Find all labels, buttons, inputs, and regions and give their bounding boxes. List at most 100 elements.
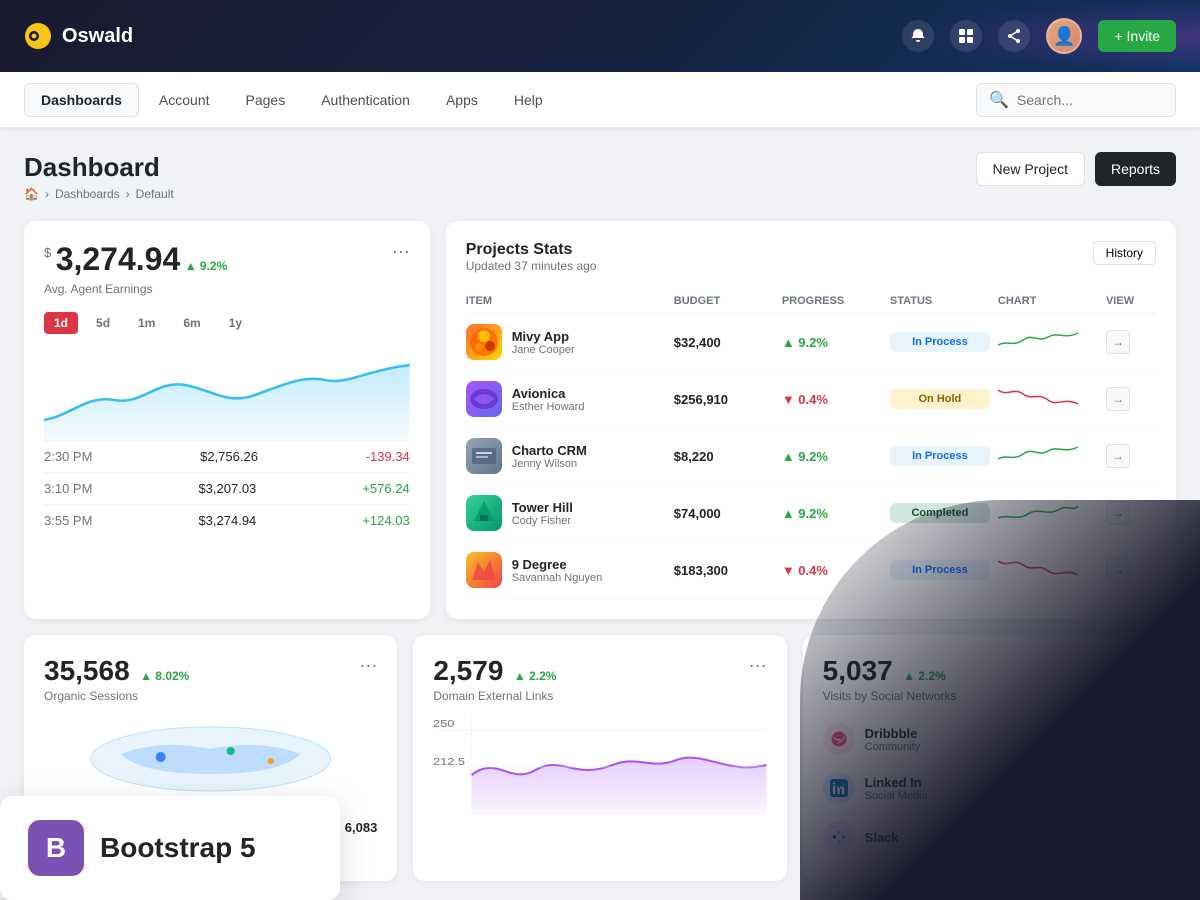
social-value: 5,037 (823, 655, 893, 686)
progress-9degree: ▼ 0.4% (782, 563, 882, 578)
project-thumb-mivy (466, 324, 502, 360)
search-input[interactable] (1017, 92, 1163, 108)
change-1: -139.34 (366, 449, 410, 464)
view-mivy-button[interactable]: → (1106, 330, 1130, 354)
project-info: Mivy App Jane Cooper (466, 324, 666, 360)
filter-6m[interactable]: 6m (173, 312, 210, 334)
val-2: $3,207.03 (198, 481, 256, 496)
bootstrap-icon: B (28, 820, 84, 876)
grid-icon[interactable] (950, 20, 982, 52)
links-label: Domain External Links (433, 689, 766, 703)
logo-area: Oswald (24, 22, 133, 50)
svg-text:212.5: 212.5 (433, 757, 465, 767)
chart-avionica (998, 382, 1098, 417)
time-2: 3:10 PM (44, 481, 92, 496)
slack-icon (823, 821, 855, 853)
col-progress: PROGRESS (782, 295, 882, 307)
status-avionica: On Hold (890, 389, 990, 409)
time-filters: 1d 5d 1m 6m 1y (44, 312, 410, 334)
nav-item-authentication[interactable]: Authentication (305, 84, 426, 116)
project-thumb-avionica (466, 381, 502, 417)
linkedin-count: 1,088 (1117, 774, 1156, 790)
dribbble-count: 579 (1117, 725, 1156, 741)
budget-tower: $74,000 (674, 506, 774, 521)
sessions-label: Organic Sessions (44, 689, 377, 703)
table-header: ITEM BUDGET PROGRESS STATUS CHART VIEW (466, 289, 1156, 314)
earnings-amount: 3,274.94 (56, 241, 181, 277)
col-status: STATUS (890, 295, 990, 307)
slack-change: ▲ 0.2% (1117, 839, 1156, 851)
reports-button[interactable]: Reports (1095, 152, 1176, 186)
share-icon[interactable] (998, 20, 1030, 52)
map-placeholder (44, 719, 377, 804)
projects-card: Projects Stats Updated 37 minutes ago Hi… (446, 221, 1176, 619)
project-info: Tower Hill Cody Fisher (466, 495, 666, 531)
filter-1m[interactable]: 1m (128, 312, 165, 334)
stat-row-2: 3:10 PM $3,207.03 +576.24 (44, 472, 410, 504)
bootstrap-overlay-card: B Bootstrap 5 (0, 796, 340, 900)
time-3: 3:55 PM (44, 513, 92, 528)
social-item-dribbble: Dribbble Community 579 ▲ 2.6% (823, 715, 1156, 764)
budget-avionica: $256,910 (674, 392, 774, 407)
title-area: Dashboard 🏠 › Dashboards › Default (24, 152, 174, 201)
logo-text: Oswald (62, 25, 133, 48)
slack-name: Slack (865, 830, 899, 845)
nav-item-dashboards[interactable]: Dashboards (24, 83, 139, 117)
filter-5d[interactable]: 5d (86, 312, 120, 334)
dribbble-change: ▲ 2.6% (1117, 741, 1156, 753)
sessions-more-button[interactable]: ··· (359, 655, 377, 676)
view-charto-button[interactable]: → (1106, 444, 1130, 468)
status-charto: In Process (890, 446, 990, 466)
filter-1y[interactable]: 1y (219, 312, 252, 334)
nav-item-pages[interactable]: Pages (230, 84, 302, 116)
topbar: Oswald 👤 + Invite (0, 0, 1200, 72)
table-row: 9 Degree Savannah Nguyen $183,300 ▼ 0.4%… (466, 542, 1156, 599)
new-project-button[interactable]: New Project (976, 152, 1085, 186)
linkedin-change: ▼ 0.4% (1117, 790, 1156, 802)
view-avionica-button[interactable]: → (1106, 387, 1130, 411)
filter-1d[interactable]: 1d (44, 312, 78, 334)
invite-button[interactable]: + Invite (1098, 20, 1176, 52)
bootstrap-text: Bootstrap 5 (100, 832, 256, 864)
currency-symbol: $ (44, 245, 51, 260)
earnings-more-button[interactable]: ··· (392, 241, 410, 262)
table-row: Mivy App Jane Cooper $32,400 ▲ 9.2% In P… (466, 314, 1156, 371)
slack-count: 794 (1117, 823, 1156, 839)
status-mivy: In Process (890, 332, 990, 352)
avatar[interactable]: 👤 (1046, 18, 1082, 54)
page-actions: New Project Reports (976, 152, 1177, 186)
breadcrumb-default: Default (136, 187, 174, 201)
nav-item-apps[interactable]: Apps (430, 84, 494, 116)
project-name-charto: Charto CRM (512, 443, 587, 458)
table-row: Tower Hill Cody Fisher $74,000 ▲ 9.2% Co… (466, 485, 1156, 542)
links-more-button[interactable]: ··· (749, 655, 767, 676)
social-item-linkedin: Linked In Social Media 1,088 ▼ 0.4% (823, 764, 1156, 813)
linkedin-type: Social Media (865, 790, 928, 802)
progress-mivy: ▲ 9.2% (782, 335, 882, 350)
col-item: ITEM (466, 295, 666, 307)
earnings-chart (44, 350, 410, 440)
projects-subtitle: Updated 37 minutes ago (466, 259, 597, 273)
view-9degree-button[interactable]: → (1106, 558, 1130, 582)
earnings-label: Avg. Agent Earnings (44, 282, 410, 296)
progress-tower: ▲ 9.2% (782, 506, 882, 521)
social-items: Dribbble Community 579 ▲ 2.6% (823, 715, 1156, 861)
project-owner-mivy: Jane Cooper (512, 344, 575, 356)
breadcrumb-dashboards[interactable]: Dashboards (55, 187, 120, 201)
status-9degree: In Process (890, 560, 990, 580)
stat-row-1: 2:30 PM $2,756.26 -139.34 (44, 440, 410, 472)
navbar: Dashboards Account Pages Authentication … (0, 72, 1200, 128)
notifications-icon[interactable] (902, 20, 934, 52)
view-tower-button[interactable]: → (1106, 501, 1130, 525)
project-owner-avionica: Esther Howard (512, 401, 585, 413)
change-2: +576.24 (362, 481, 409, 496)
project-thumb-charto (466, 438, 502, 474)
sessions-value: 35,568 (44, 655, 130, 686)
nav-item-account[interactable]: Account (143, 84, 226, 116)
svg-text:250: 250 (433, 719, 454, 729)
time-1: 2:30 PM (44, 449, 92, 464)
social-more-button[interactable]: ··· (1138, 655, 1156, 676)
history-button[interactable]: History (1093, 241, 1156, 265)
home-icon: 🏠 (24, 187, 39, 201)
nav-item-help[interactable]: Help (498, 84, 559, 116)
